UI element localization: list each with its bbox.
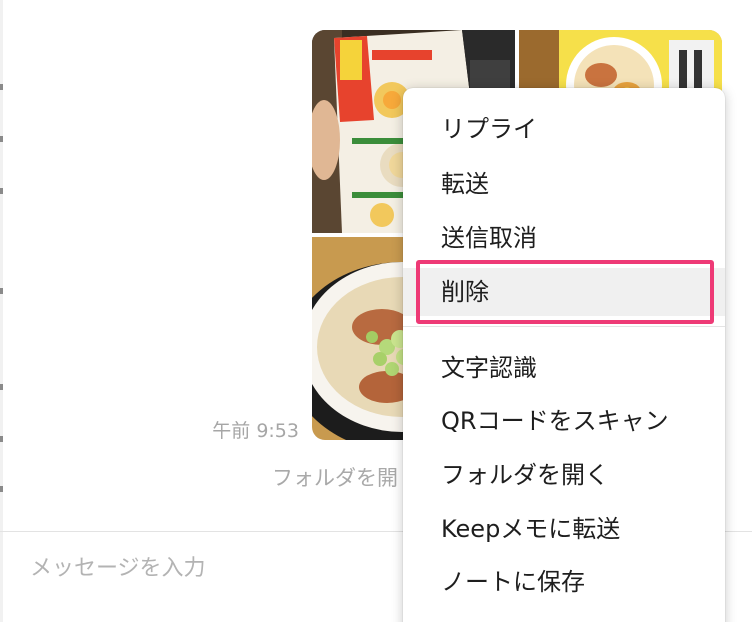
edge-mark — [0, 188, 3, 194]
menu-separator — [403, 326, 725, 327]
edge-mark — [0, 384, 3, 390]
open-folder-link[interactable]: フォルダを開 — [272, 462, 398, 492]
edge-mark — [0, 84, 3, 90]
edge-mark — [0, 486, 3, 492]
delete-highlight-annotation — [416, 260, 714, 324]
message-input[interactable] — [30, 548, 390, 588]
message-timestamp: 午前 9:53 — [212, 420, 299, 442]
menu-item-open-folder[interactable]: フォルダを開く — [403, 451, 725, 499]
chat-window: 午前 9:53 フォルダを開 リプライ 転送 送信取消 削除 文字認識 QRコー… — [0, 0, 752, 622]
menu-item-scan-qr-code[interactable]: QRコードをスキャン — [403, 397, 725, 445]
menu-item-unsend[interactable]: 送信取消 — [403, 214, 725, 262]
menu-item-text-recognition[interactable]: 文字認識 — [403, 344, 725, 392]
menu-item-forward[interactable]: 転送 — [403, 160, 725, 208]
menu-item-save-to-note[interactable]: ノートに保存 — [403, 558, 725, 606]
context-menu: リプライ 転送 送信取消 削除 文字認識 QRコードをスキャン フォルダを開く … — [403, 88, 725, 622]
menu-item-reply[interactable]: リプライ — [403, 105, 725, 153]
edge-mark — [0, 288, 3, 294]
edge-mark — [0, 436, 3, 442]
menu-item-forward-to-keep[interactable]: Keepメモに転送 — [403, 505, 725, 553]
left-edge-strip — [0, 0, 3, 622]
edge-mark — [0, 136, 3, 142]
